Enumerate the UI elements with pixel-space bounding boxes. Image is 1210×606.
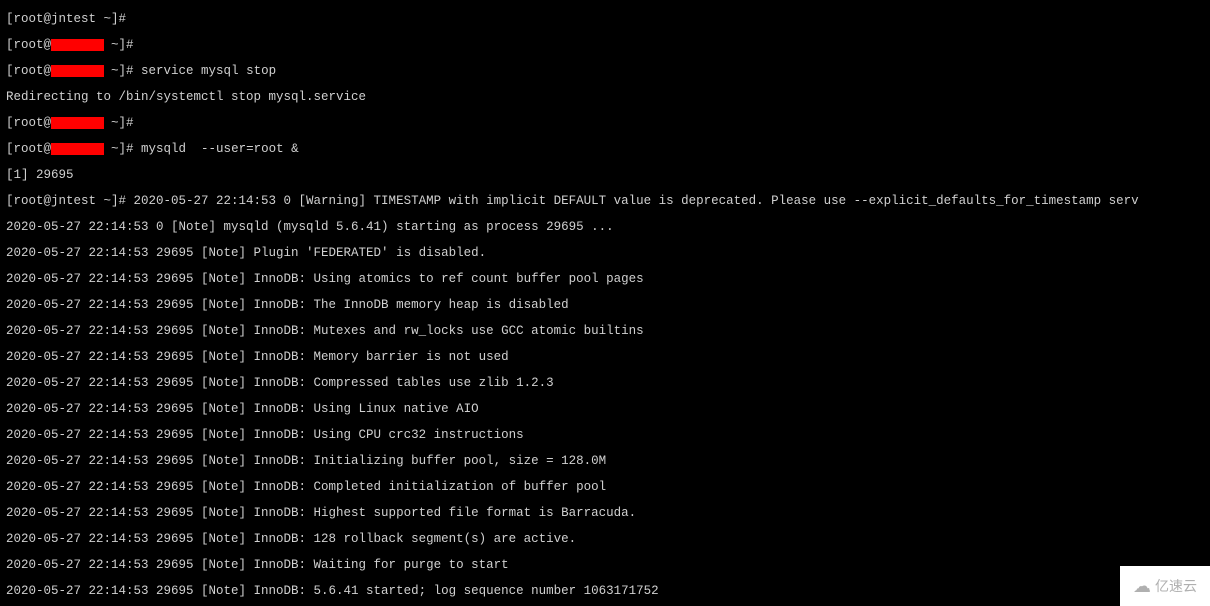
terminal-line: [root@ ~]#	[6, 117, 1204, 130]
terminal-line: [root@jntest ~]# 2020-05-27 22:14:53 0 […	[6, 195, 1204, 208]
terminal-line: 2020-05-27 22:14:53 29695 [Note] InnoDB:…	[6, 403, 1204, 416]
terminal-line: 2020-05-27 22:14:53 29695 [Note] InnoDB:…	[6, 481, 1204, 494]
terminal-line: 2020-05-27 22:14:53 29695 [Note] InnoDB:…	[6, 377, 1204, 390]
terminal-line: 2020-05-27 22:14:53 29695 [Note] InnoDB:…	[6, 507, 1204, 520]
terminal-line: 2020-05-27 22:14:53 29695 [Note] InnoDB:…	[6, 585, 1204, 598]
terminal-line: Redirecting to /bin/systemctl stop mysql…	[6, 91, 1204, 104]
terminal-line: 2020-05-27 22:14:53 29695 [Note] InnoDB:…	[6, 351, 1204, 364]
terminal-line: 2020-05-27 22:14:53 29695 [Note] InnoDB:…	[6, 325, 1204, 338]
terminal-line: 2020-05-27 22:14:53 29695 [Note] Plugin …	[6, 247, 1204, 260]
terminal-line: [root@jntest ~]#	[6, 13, 1204, 26]
terminal-line: [1] 29695	[6, 169, 1204, 182]
terminal-line: 2020-05-27 22:14:53 29695 [Note] InnoDB:…	[6, 429, 1204, 442]
terminal-line: 2020-05-27 22:14:53 0 [Note] mysqld (mys…	[6, 221, 1204, 234]
redacted-host	[51, 39, 104, 51]
watermark-text: 亿速云	[1155, 580, 1197, 593]
terminal-line: 2020-05-27 22:14:53 29695 [Note] InnoDB:…	[6, 299, 1204, 312]
terminal-line: 2020-05-27 22:14:53 29695 [Note] InnoDB:…	[6, 273, 1204, 286]
terminal-output[interactable]: [root@jntest ~]# [root@ ~]# [root@ ~]# s…	[0, 0, 1210, 606]
terminal-line: 2020-05-27 22:14:53 29695 [Note] InnoDB:…	[6, 559, 1204, 572]
terminal-line: [root@ ~]#	[6, 39, 1204, 52]
terminal-line: 2020-05-27 22:14:53 29695 [Note] InnoDB:…	[6, 533, 1204, 546]
redacted-host	[51, 65, 104, 77]
redacted-host	[51, 143, 104, 155]
redacted-host	[51, 117, 104, 129]
terminal-line: 2020-05-27 22:14:53 29695 [Note] InnoDB:…	[6, 455, 1204, 468]
terminal-line: [root@ ~]# service mysql stop	[6, 65, 1204, 78]
watermark-badge: ☁ 亿速云	[1120, 566, 1210, 606]
cloud-icon: ☁	[1133, 580, 1151, 593]
terminal-line: [root@ ~]# mysqld --user=root &	[6, 143, 1204, 156]
